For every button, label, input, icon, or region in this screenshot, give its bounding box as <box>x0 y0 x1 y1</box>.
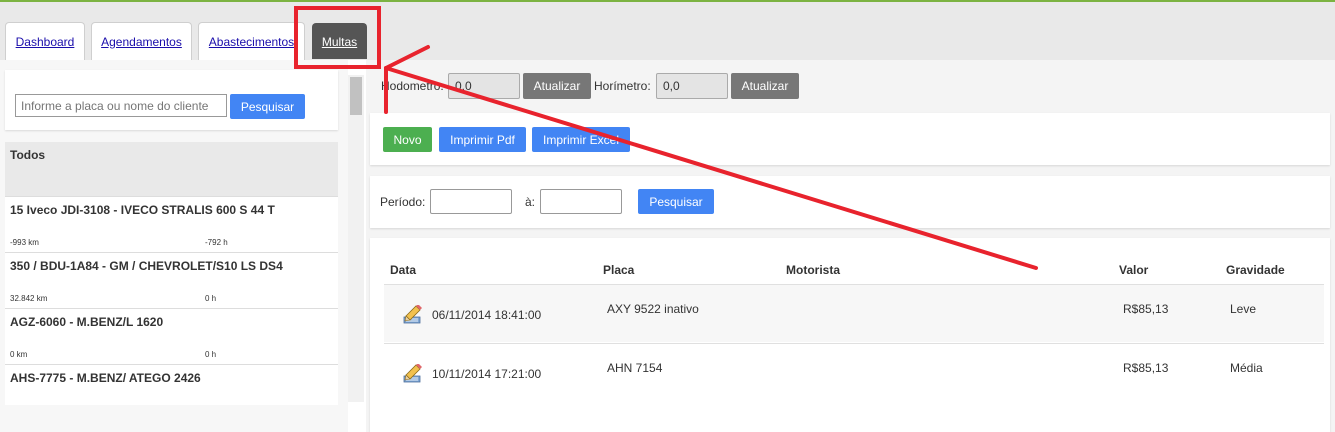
column-header-severity: Gravidade <box>1226 263 1285 277</box>
vehicle-hours: -792 h <box>205 238 228 247</box>
vehicle-list-item[interactable]: AHS-7775 - M.BENZ/ ATEGO 2426 <box>5 365 338 405</box>
table-header: Data Placa Motorista Valor Gravidade <box>384 263 1324 283</box>
vehicle-km: -993 km <box>10 238 39 247</box>
period-search-button[interactable]: Pesquisar <box>638 189 714 214</box>
tab-dashboard-label: Dashboard <box>15 34 75 49</box>
tab-abastecimentos[interactable]: Abastecimentos <box>198 22 305 60</box>
table-row[interactable]: 10/11/2014 17:21:00 AHN 7154 R$85,13 Méd… <box>384 343 1324 401</box>
vehicle-name: 15 Iveco JDI-3108 - IVECO STRALIS 600 S … <box>10 203 275 217</box>
vehicle-search-panel: Pesquisar <box>5 70 338 130</box>
cell-value: R$85,13 <box>1123 302 1169 316</box>
meters-bar: Hodometro: Atualizar Horímetro: Atualiza… <box>381 73 981 99</box>
actions-card: Novo Imprimir Pdf Imprimir Excel <box>370 113 1330 165</box>
filter-card: Período: à: Pesquisar <box>370 176 1330 228</box>
hourmeter-input[interactable] <box>656 73 728 99</box>
cell-plate: AXY 9522 inativo <box>607 302 699 316</box>
cell-severity: Média <box>1230 361 1263 375</box>
column-header-value: Valor <box>1119 263 1149 277</box>
cell-severity: Leve <box>1230 302 1257 316</box>
vehicle-search-button[interactable]: Pesquisar <box>230 94 305 119</box>
print-pdf-button[interactable]: Imprimir Pdf <box>439 127 526 152</box>
vehicle-list-item[interactable]: 350 / BDU-1A84 - GM / CHEVROLET/S10 LS D… <box>5 253 338 309</box>
fines-table: Data Placa Motorista Valor Gravidade 06/… <box>370 238 1330 432</box>
cell-value: R$85,13 <box>1123 361 1169 375</box>
edit-pencil-icon[interactable] <box>402 364 422 384</box>
odometer-input[interactable] <box>448 73 520 99</box>
fines-panel: Hodometro: Atualizar Horímetro: Atualiza… <box>366 60 1335 432</box>
cell-plate: AHN 7154 <box>607 361 663 375</box>
column-header-date: Data <box>390 263 417 277</box>
sidebar-scrollbar[interactable] <box>348 75 364 402</box>
vehicle-km: 0 km <box>10 350 28 359</box>
print-excel-button[interactable]: Imprimir Excel <box>532 127 630 152</box>
period-label: Período: <box>380 195 426 209</box>
period-to-label: à: <box>525 195 536 209</box>
vehicle-name: AHS-7775 - M.BENZ/ ATEGO 2426 <box>10 371 201 385</box>
vehicle-list-item[interactable]: AGZ-6060 - M.BENZ/L 1620 0 km 0 h <box>5 309 338 365</box>
tab-abastecimentos-label: Abastecimentos <box>208 34 295 49</box>
vehicle-sidebar: Pesquisar Todos 15 Iveco JDI-3108 - IVEC… <box>0 60 348 432</box>
vehicle-km: 32.842 km <box>10 294 48 303</box>
odometer-label: Hodometro: <box>381 79 444 93</box>
vehicle-list-all[interactable]: Todos <box>5 142 338 197</box>
cell-date: 06/11/2014 18:41:00 <box>432 308 542 322</box>
tab-dashboard[interactable]: Dashboard <box>5 22 85 60</box>
app-root: Dashboard Agendamentos Abastecimentos Mu… <box>0 0 1335 432</box>
vehicle-search-input[interactable] <box>15 94 227 117</box>
vehicle-name: 350 / BDU-1A84 - GM / CHEVROLET/S10 LS D… <box>10 259 283 273</box>
vehicle-list-item[interactable]: 15 Iveco JDI-3108 - IVECO STRALIS 600 S … <box>5 197 338 253</box>
tab-agendamentos-label: Agendamentos <box>101 34 182 49</box>
vehicle-list: Todos 15 Iveco JDI-3108 - IVECO STRALIS … <box>5 142 338 405</box>
new-button[interactable]: Novo <box>383 127 432 152</box>
period-start-input[interactable] <box>430 189 512 214</box>
tab-agendamentos[interactable]: Agendamentos <box>91 22 192 60</box>
vehicle-name: AGZ-6060 - M.BENZ/L 1620 <box>10 315 164 329</box>
period-end-input[interactable] <box>540 189 622 214</box>
vehicle-hours: 0 h <box>205 294 217 303</box>
column-header-driver: Motorista <box>786 263 840 277</box>
vehicle-hours: 0 h <box>205 350 217 359</box>
annotation-highlight-box <box>294 6 381 69</box>
column-header-plate: Placa <box>603 263 635 277</box>
cell-date: 10/11/2014 17:21:00 <box>432 367 542 381</box>
hourmeter-update-button[interactable]: Atualizar <box>731 73 799 99</box>
top-tab-bar: Dashboard Agendamentos Abastecimentos Mu… <box>0 0 1335 60</box>
odometer-update-button[interactable]: Atualizar <box>523 73 591 99</box>
sidebar-scrollbar-thumb[interactable] <box>350 77 362 115</box>
hourmeter-label: Horímetro: <box>594 79 651 93</box>
edit-pencil-icon[interactable] <box>402 305 422 325</box>
table-row[interactable]: 06/11/2014 18:41:00 AXY 9522 inativo R$8… <box>384 284 1324 342</box>
